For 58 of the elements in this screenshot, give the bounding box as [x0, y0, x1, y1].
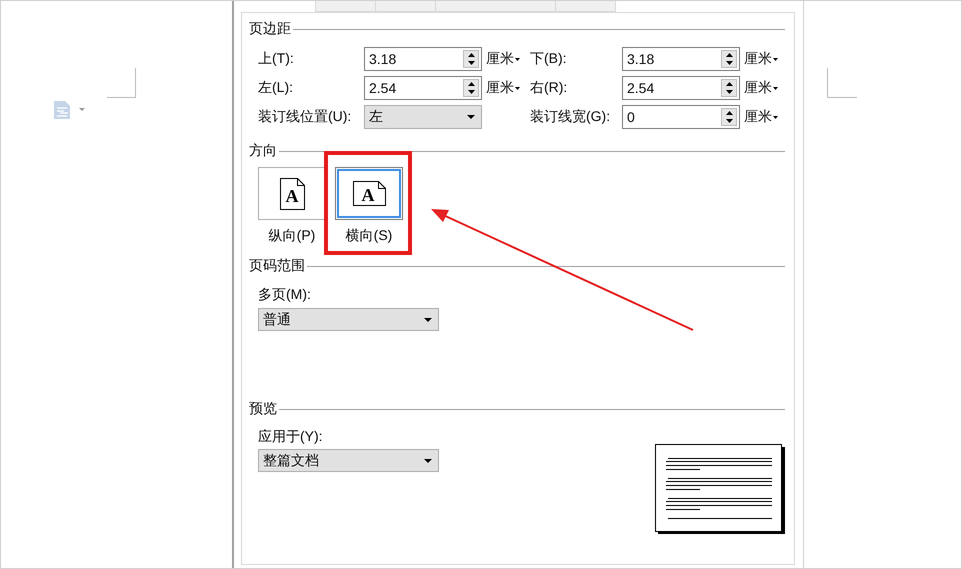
down-arrow-icon [726, 119, 732, 123]
orientation-label: 横向(S) [346, 226, 392, 245]
field-label: 左(L): [258, 79, 294, 97]
spin-button[interactable] [463, 50, 479, 68]
unit-dropdown[interactable]: 厘米 [740, 79, 782, 97]
caret-icon [773, 116, 778, 118]
section-heading: 页码范围 [249, 257, 305, 275]
spin-button[interactable] [721, 50, 737, 68]
field-label: 多页(M): [258, 285, 311, 304]
number-field[interactable]: 3.18 [364, 47, 482, 71]
section-heading: 方向 [249, 142, 277, 160]
caret-icon [773, 86, 778, 90]
tab[interactable] [316, 1, 376, 12]
field-label: 装订线位置(U): [258, 108, 352, 126]
up-arrow-icon [726, 111, 732, 115]
spin-button[interactable] [721, 108, 737, 126]
field-label: 上(T): [258, 50, 295, 68]
up-arrow-icon [726, 53, 732, 57]
caret-icon [467, 115, 475, 119]
unit-dropdown[interactable]: 厘米 [740, 50, 782, 68]
orientation-button[interactable]: A [258, 167, 326, 220]
caret-icon [773, 58, 778, 60]
margin-corner-mark [827, 68, 857, 98]
down-arrow-icon [468, 61, 474, 65]
field-label: 应用于(Y): [258, 427, 323, 446]
orientation-button[interactable]: A [335, 167, 403, 220]
section-heading: 页边距 [249, 20, 291, 38]
tab[interactable] [556, 1, 616, 12]
dropdown[interactable]: 整篇文档 [258, 449, 439, 472]
down-arrow-icon [726, 90, 732, 94]
tab[interactable] [376, 1, 436, 12]
dropdown[interactable]: 普通 [258, 308, 439, 331]
unit-dropdown[interactable]: 厘米 [482, 79, 530, 97]
up-arrow-icon [468, 53, 474, 57]
caret-icon [424, 458, 432, 462]
field-label: 下(B): [530, 50, 568, 68]
down-arrow-icon [468, 90, 474, 94]
number-field[interactable]: 3.18 [622, 47, 740, 71]
section-heading: 预览 [249, 400, 277, 418]
number-field[interactable]: 0 [622, 105, 740, 129]
caret-icon [424, 318, 432, 322]
field-label: 右(R): [530, 79, 568, 97]
margin-corner-mark [107, 68, 136, 98]
unit-dropdown[interactable]: 厘米 [482, 50, 530, 68]
caret-icon [515, 58, 520, 60]
tab[interactable] [436, 1, 556, 12]
number-field[interactable]: 2.54 [622, 76, 740, 100]
orientation-label: 纵向(P) [268, 226, 316, 245]
unit-dropdown[interactable]: 厘米 [740, 108, 782, 126]
down-arrow-icon [726, 61, 732, 65]
field-label: 装订线宽(G): [530, 108, 612, 126]
up-arrow-icon [726, 82, 732, 86]
spin-button[interactable] [463, 79, 479, 97]
number-field[interactable]: 2.54 [364, 76, 482, 100]
dropdown[interactable]: 左 [364, 105, 482, 129]
spin-button[interactable] [721, 79, 737, 97]
up-arrow-icon [468, 82, 474, 86]
caret-icon [515, 86, 520, 90]
